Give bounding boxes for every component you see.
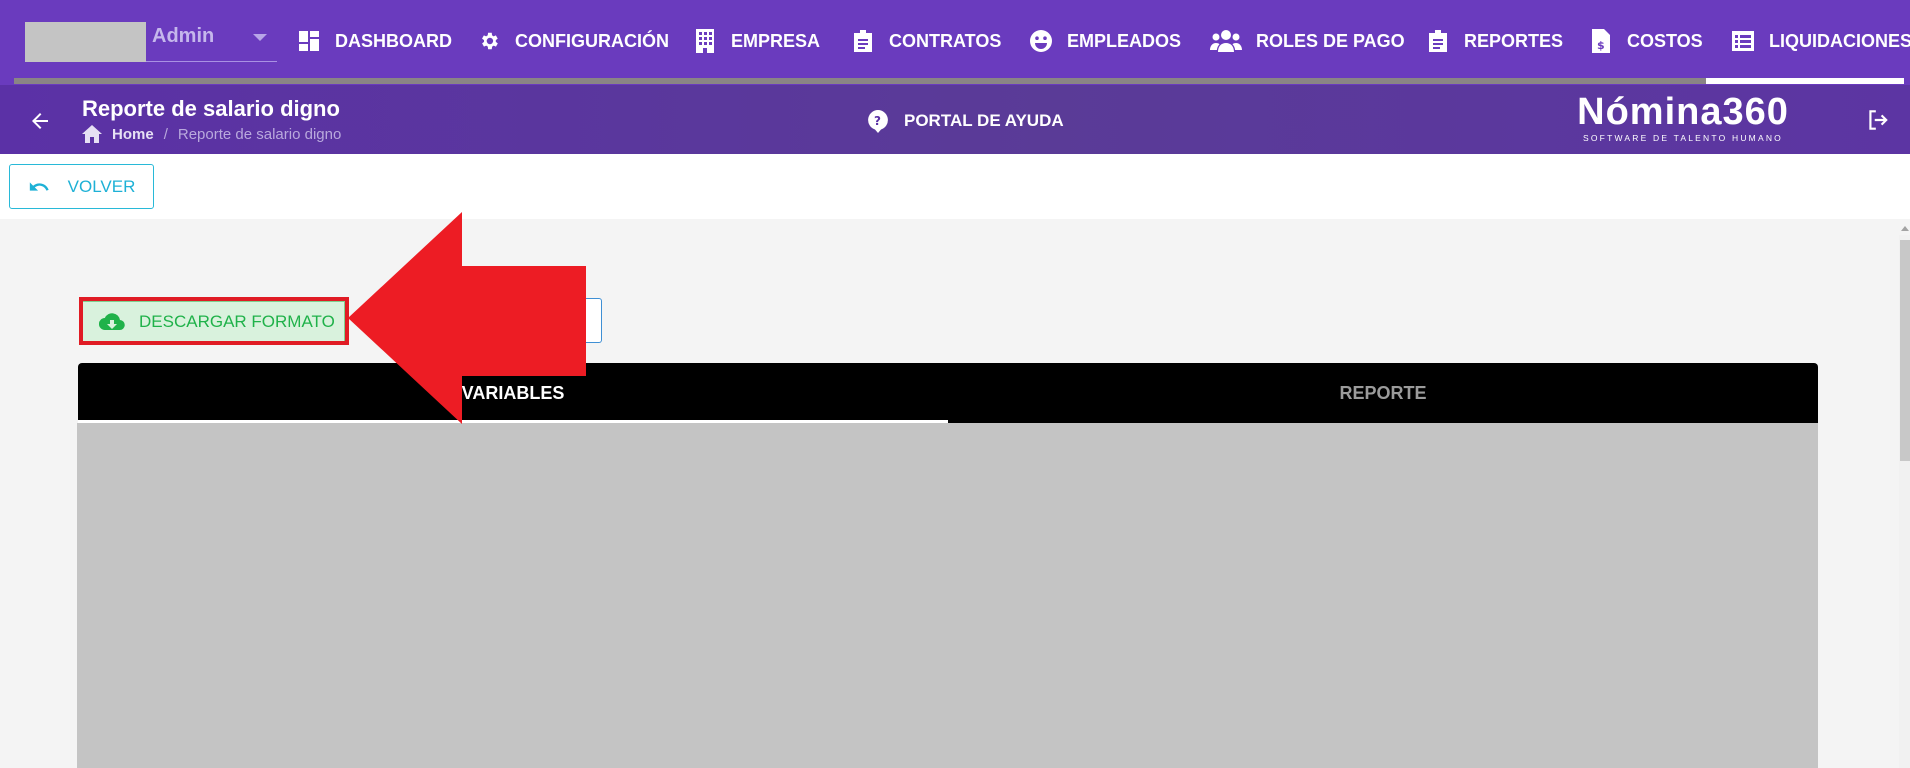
user-selector[interactable]: Admin	[25, 22, 277, 62]
top-navigation: Admin DASHBOARD CONFIGURACIÓN EMPRESA CO…	[0, 0, 1910, 85]
nav-progress-indicator	[1706, 78, 1904, 84]
nav-item-label: COSTOS	[1627, 30, 1703, 51]
nav-item-label: LIQUIDACIONES	[1769, 30, 1910, 51]
invoice-dollar-icon: $	[1589, 29, 1613, 53]
tab-reporte[interactable]: REPORTE	[948, 363, 1818, 423]
nav-item-contratos[interactable]: CONTRATOS	[851, 24, 1001, 58]
home-icon	[82, 125, 102, 143]
svg-text:$: $	[1597, 39, 1605, 52]
toolbar: VOLVER	[0, 154, 1910, 219]
user-select-underline	[146, 61, 277, 62]
nav-item-reportes[interactable]: REPORTES	[1426, 24, 1563, 58]
tab-variables[interactable]: VARIABLES	[78, 363, 948, 423]
undo-icon	[29, 181, 49, 191]
clipboard-icon	[1426, 29, 1450, 53]
avatar	[25, 22, 146, 62]
brand-logo: Nómina360 SOFTWARE DE TALENTO HUMANO	[1568, 91, 1798, 149]
dashboard-icon	[297, 29, 321, 53]
help-icon: ?	[868, 110, 888, 133]
nav-item-label: CONFIGURACIÓN	[515, 30, 669, 51]
face-icon	[1029, 29, 1053, 53]
chevron-down-icon[interactable]	[253, 34, 267, 41]
nav-item-label: ROLES DE PAGO	[1256, 30, 1405, 51]
back-button-label: VOLVER	[67, 176, 136, 196]
logo-tagline: SOFTWARE DE TALENTO HUMANO	[1583, 133, 1783, 143]
nav-item-dashboard[interactable]: DASHBOARD	[297, 24, 452, 58]
help-portal-label: PORTAL DE AYUDA	[904, 111, 1064, 130]
page-title: Reporte de salario digno	[82, 96, 340, 121]
back-arrow-icon[interactable]	[28, 109, 52, 133]
nav-item-label: CONTRATOS	[889, 30, 1002, 51]
tab-bar: VARIABLES REPORTE	[78, 363, 1818, 423]
breadcrumb: Home / Reporte de salario digno	[82, 125, 341, 143]
page-header: Reporte de salario digno Home / Reporte …	[0, 85, 1910, 154]
annotation-highlight-box	[79, 297, 349, 345]
scroll-up-arrow-icon[interactable]	[1901, 226, 1909, 231]
logo-main-text: Nómina360	[1577, 91, 1789, 133]
nav-item-empresa[interactable]: EMPRESA	[693, 24, 820, 58]
user-name: Admin	[152, 25, 215, 47]
nav-item-liquidaciones[interactable]: LIQUIDACIONES	[1731, 24, 1910, 58]
breadcrumb-current: Reporte de salario digno	[177, 125, 342, 143]
help-portal-link[interactable]: ? PORTAL DE AYUDA	[866, 109, 1064, 133]
nav-item-label: EMPRESA	[731, 30, 821, 51]
nav-item-roles-de-pago[interactable]: ROLES DE PAGO	[1210, 24, 1405, 58]
clipboard-icon	[851, 29, 875, 53]
nav-item-label: EMPLEADOS	[1067, 30, 1182, 51]
breadcrumb-separator: /	[163, 125, 168, 143]
nav-item-label: DASHBOARD	[335, 30, 452, 51]
nav-item-costos[interactable]: $ COSTOS	[1589, 24, 1703, 58]
nav-item-configuracion[interactable]: CONFIGURACIÓN	[477, 24, 669, 58]
svg-text:?: ?	[874, 114, 881, 128]
building-icon	[693, 29, 717, 53]
list-icon	[1731, 29, 1755, 53]
nav-item-empleados[interactable]: EMPLEADOS	[1029, 24, 1181, 58]
gear-icon	[477, 29, 501, 53]
back-button[interactable]: VOLVER	[9, 164, 154, 209]
tab-content-panel	[77, 423, 1818, 768]
nav-item-label: REPORTES	[1464, 30, 1564, 51]
users-icon	[1210, 29, 1242, 53]
breadcrumb-home-link[interactable]: Home	[112, 126, 154, 143]
secondary-action-button[interactable]	[540, 298, 602, 343]
scrollbar-thumb[interactable]	[1900, 240, 1910, 461]
logout-icon[interactable]	[1865, 107, 1891, 133]
nav-progress-track	[14, 78, 1904, 84]
